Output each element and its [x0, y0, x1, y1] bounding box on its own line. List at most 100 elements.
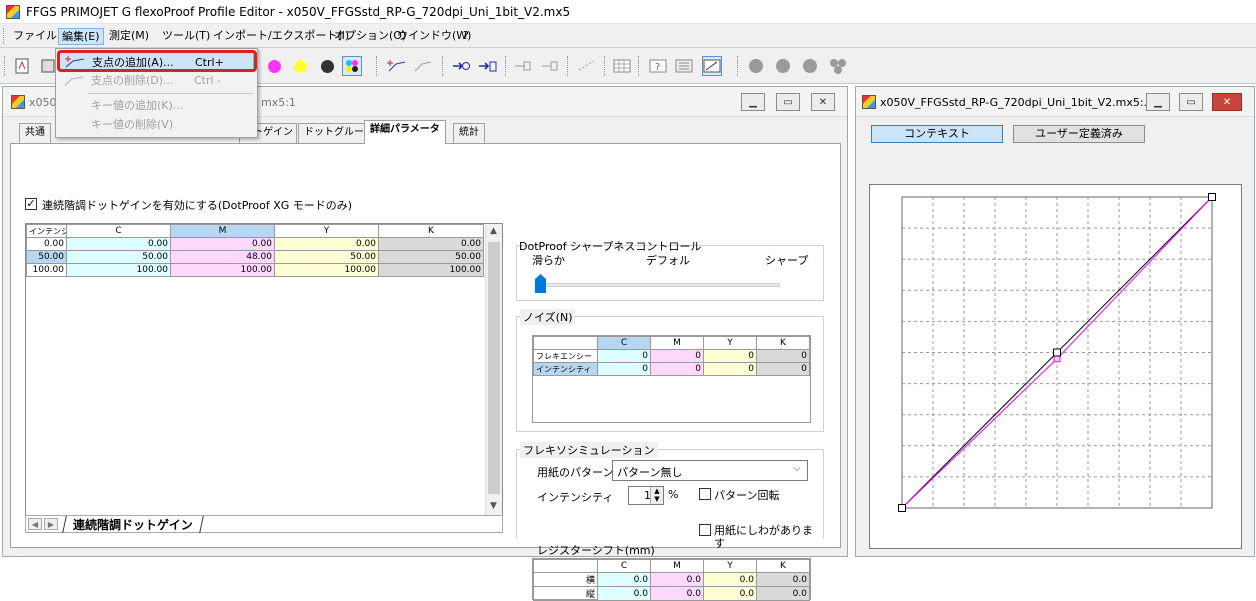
toolbar-separator: [442, 56, 444, 76]
intensity-cell[interactable]: 0.00: [26, 237, 67, 251]
toolbar-separator: [737, 56, 739, 76]
context-button[interactable]: コンテキスト: [871, 125, 1003, 143]
smooth-icon[interactable]: [577, 56, 597, 76]
register-c-cell[interactable]: 0.0: [597, 586, 651, 601]
menu-item-add-key[interactable]: キー値の追加(K)...: [59, 96, 254, 115]
y-cell[interactable]: 50.00: [274, 250, 379, 264]
menu-grip: [3, 28, 6, 44]
sheet-prev-icon[interactable]: ◀: [28, 518, 42, 530]
menu-item-add-key-label: キー値の追加(K)...: [91, 99, 184, 112]
noise-m-cell[interactable]: 0: [650, 362, 704, 376]
m-cell[interactable]: 0.00: [170, 237, 275, 251]
continuous-gain-checkbox[interactable]: ✓: [25, 198, 37, 210]
grey-circle-icon[interactable]: [800, 56, 820, 76]
menu-tools[interactable]: ツール(T): [159, 28, 213, 45]
c-cell[interactable]: 50.00: [66, 250, 171, 264]
k-cell[interactable]: 100.00: [378, 263, 484, 277]
flexo-sim-title: フレキソシミュレーション: [520, 442, 658, 458]
sharpness-slider-track[interactable]: [535, 283, 780, 287]
delete-point-icon[interactable]: [413, 56, 433, 76]
intensity-cell[interactable]: 50.00: [26, 250, 67, 264]
scroll-up-icon[interactable]: ▲: [490, 226, 497, 236]
noise-c-cell[interactable]: 0: [597, 362, 651, 376]
all-inks-icon[interactable]: [342, 56, 362, 76]
magenta-dot: [267, 59, 281, 73]
edit-graph-icon[interactable]: [702, 56, 722, 76]
m-cell[interactable]: 48.00: [170, 250, 275, 264]
import-icon[interactable]: [452, 56, 472, 76]
intensity-stepper[interactable]: ▲ ▼: [650, 487, 663, 504]
unlink-icon[interactable]: [540, 56, 560, 76]
scroll-down-icon[interactable]: ▼: [490, 501, 497, 511]
y-cell[interactable]: 0.00: [274, 237, 379, 251]
menu-help[interactable]: ?: [460, 28, 472, 45]
menu-edit[interactable]: 編集(E): [58, 28, 104, 45]
tab-detail-params[interactable]: 詳細パラメータ: [364, 120, 446, 144]
dot-gain-editor-window: x050V mx5:1 ▁ ▭ ✕ 共通 ドットゲイン ドットグループ 詳細パラ…: [2, 86, 848, 601]
svg-text:?: ?: [655, 62, 660, 73]
minimize-button[interactable]: ▁: [1146, 93, 1170, 111]
menu-item-delete-key[interactable]: キー値の削除(V): [59, 115, 254, 134]
grey-cluster-icon[interactable]: [828, 56, 848, 76]
magenta-ink-icon[interactable]: [264, 56, 284, 76]
paper-wrinkle-checkbox[interactable]: [699, 524, 711, 536]
column-header-k-label: K: [428, 226, 434, 236]
register-y-cell[interactable]: 0.0: [703, 572, 757, 587]
paper-pattern-select[interactable]: パターン無し ⌵: [612, 460, 808, 481]
register-header-k: K: [756, 559, 810, 573]
user-defined-button[interactable]: ユーザー定義済み: [1013, 125, 1145, 143]
toolbar-separator: [638, 56, 640, 76]
report-icon[interactable]: [674, 56, 694, 76]
c-cell[interactable]: 0.00: [66, 237, 171, 251]
grey-circle-icon[interactable]: [746, 56, 766, 76]
grey-circle-icon[interactable]: [773, 56, 793, 76]
maximize-button[interactable]: ▭: [776, 93, 800, 111]
menu-item-delete-point[interactable]: 支点の削除(D)... Ctrl -: [59, 71, 254, 90]
register-k-cell[interactable]: 0.0: [756, 572, 810, 587]
menu-bar: ファイル(F) 編集(E) 測定(M) ツール(T) インポート/エクスポート(…: [0, 24, 1256, 48]
table-vertical-scrollbar[interactable]: ▲ ▼: [485, 224, 502, 515]
sharpness-slider-thumb[interactable]: [535, 274, 546, 293]
add-point-icon[interactable]: [387, 56, 407, 76]
control-point-handle: [1053, 348, 1061, 357]
k-cell[interactable]: 50.00: [378, 250, 484, 264]
new-profile-icon[interactable]: [12, 56, 32, 76]
noise-y-cell[interactable]: 0: [703, 349, 757, 363]
tab-common[interactable]: 共通: [19, 123, 51, 143]
export-icon[interactable]: [478, 56, 498, 76]
register-m-cell[interactable]: 0.0: [650, 572, 704, 587]
continuous-gain-table-panel: インテンシティ C M Y K 0.00 0.00 0.00 0.00 0.00…: [25, 223, 503, 516]
k-cell[interactable]: 0.00: [378, 237, 484, 251]
sheet-tab-continuous-gain[interactable]: 連続階調ドットゲイン: [62, 516, 204, 533]
dot-gain-curve-chart[interactable]: [870, 185, 1241, 548]
yellow-ink-icon[interactable]: [290, 56, 310, 76]
black-ink-icon[interactable]: [317, 56, 337, 76]
c-cell[interactable]: 100.00: [66, 263, 171, 277]
noise-m-cell[interactable]: 0: [650, 349, 704, 363]
register-c-cell[interactable]: 0.0: [597, 572, 651, 587]
intensity-cell[interactable]: 100.00: [26, 263, 67, 277]
noise-k-cell[interactable]: 0: [756, 362, 810, 376]
close-button[interactable]: ✕: [811, 93, 835, 111]
register-m-cell[interactable]: 0.0: [650, 586, 704, 601]
maximize-button[interactable]: ▭: [1179, 93, 1203, 111]
tab-stats[interactable]: 統計: [453, 123, 485, 143]
register-y-cell[interactable]: 0.0: [703, 586, 757, 601]
y-cell[interactable]: 100.00: [274, 263, 379, 277]
link-icon[interactable]: [513, 56, 533, 76]
menu-measure[interactable]: 測定(M): [106, 28, 152, 45]
help-icon[interactable]: ?: [648, 56, 668, 76]
m-cell[interactable]: 100.00: [170, 263, 275, 277]
noise-c-cell[interactable]: 0: [597, 349, 651, 363]
close-button[interactable]: ✕: [1212, 93, 1242, 111]
noise-k-cell[interactable]: 0: [756, 349, 810, 363]
sheet-tab-label: 連続階調ドットゲイン: [73, 518, 193, 532]
register-k-cell[interactable]: 0.0: [756, 586, 810, 601]
noise-header-k-label: K: [780, 338, 786, 348]
pattern-rotate-checkbox[interactable]: [699, 488, 711, 500]
noise-y-cell[interactable]: 0: [703, 362, 757, 376]
minimize-button[interactable]: ▁: [741, 93, 765, 111]
table-icon[interactable]: [612, 56, 632, 76]
scrollbar-thumb[interactable]: [488, 242, 500, 494]
sheet-next-icon[interactable]: ▶: [44, 518, 58, 530]
